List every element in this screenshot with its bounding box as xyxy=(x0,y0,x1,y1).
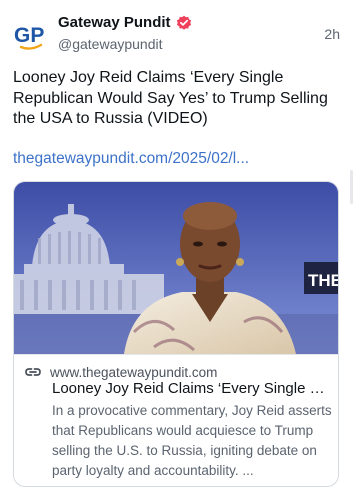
post-text: Looney Joy Reid Claims ‘Every Single Rep… xyxy=(13,69,328,127)
author-name[interactable]: Gateway Pundit xyxy=(58,14,171,31)
post-link[interactable]: thegatewaypundit.com/2025/02/l... xyxy=(13,150,333,168)
card-image: THE RE xyxy=(14,182,339,354)
avatar[interactable]: GP xyxy=(13,18,47,52)
image-overlay-text: THE RE xyxy=(308,271,339,290)
card-description: In a provocative commentary, Joy Reid as… xyxy=(52,403,332,478)
avatar-text: GP xyxy=(14,24,44,47)
card-title[interactable]: Looney Joy Reid Claims ‘Every Single Rep… xyxy=(52,380,334,397)
link-icon xyxy=(24,363,42,381)
post-header: GP Gateway Pundit @gatewaypundit 2h xyxy=(13,12,340,56)
author-handle[interactable]: @gatewaypundit xyxy=(58,36,163,52)
card-domain[interactable]: www.thegatewaypundit.com xyxy=(50,365,217,380)
post[interactable]: GP Gateway Pundit @gatewaypundit 2h Loon… xyxy=(0,0,353,500)
link-preview-card[interactable]: THE RE xyxy=(13,181,339,487)
card-body: www.thegatewaypundit.com Looney Joy Reid… xyxy=(14,354,338,486)
verified-icon xyxy=(176,15,192,31)
post-timestamp[interactable]: 2h xyxy=(324,26,340,42)
